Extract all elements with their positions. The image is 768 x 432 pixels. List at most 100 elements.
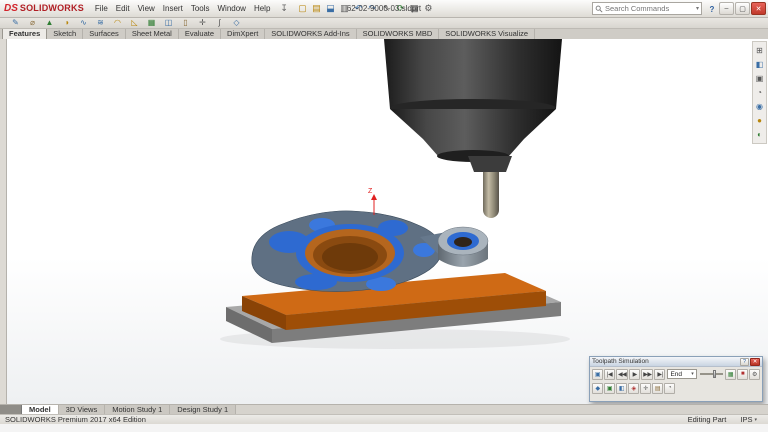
model-tab[interactable]: 3D Views	[59, 405, 106, 414]
status-bar: SOLIDWORKS Premium 2017 x64 Edition Edit…	[0, 414, 768, 424]
play-button[interactable]: ▶	[629, 369, 640, 380]
search-input[interactable]	[605, 4, 694, 13]
search-icon	[595, 5, 603, 13]
z-axis-label: Z	[368, 188, 373, 195]
show-tool-button[interactable]: ◆	[592, 383, 603, 394]
view-tools-sidebar: ⊞ ◧ ▣ ◔ ◉ ● ◐	[752, 41, 767, 144]
toolpath-simulation-dialog: Toolpath Simulation ? ✕ ▣|◀◀◀▶▶▶▶| End ▾…	[589, 356, 763, 402]
view-orientation-icon[interactable]: ▣	[754, 73, 765, 84]
menu-item[interactable]: Edit	[112, 2, 134, 15]
model-tab[interactable]: Model	[22, 405, 59, 414]
options-icon[interactable]: ⚙	[422, 2, 435, 16]
command-tab[interactable]: SOLIDWORKS Visualize	[439, 28, 535, 39]
3d-scene: Z	[0, 39, 768, 404]
shell-icon[interactable]: ▯	[178, 18, 193, 28]
main-toolbar: ✎⌀▲◑∿≋◠◺▦◫▯✛∫◇	[0, 18, 768, 29]
help-icon[interactable]: ?	[706, 3, 718, 15]
menu-item[interactable]: Help	[250, 2, 274, 15]
display-options-button[interactable]: ◔	[664, 383, 675, 394]
pane-splitter-icon[interactable]	[0, 405, 22, 414]
units-selector[interactable]: IPS ▾	[740, 415, 757, 424]
appearance-icon[interactable]: ●	[754, 115, 765, 126]
search-dropdown-arrow[interactable]: ▾	[696, 5, 699, 12]
menu-item[interactable]: Window	[214, 2, 250, 15]
logo-ds-icon: DS	[4, 3, 18, 14]
menu-item[interactable]: Tools	[187, 2, 214, 15]
menu-bar: FileEditViewInsertToolsWindowHelp	[91, 2, 275, 15]
chamfer-icon[interactable]: ◺	[127, 18, 142, 28]
select-dropdown-arrow: ▾	[691, 371, 694, 377]
menu-item[interactable]: File	[91, 2, 112, 15]
collision-check-button[interactable]: ◈	[628, 383, 639, 394]
solidworks-logo: DS SOLIDWORKS	[4, 3, 84, 14]
menu-item[interactable]: Insert	[159, 2, 187, 15]
menu-item[interactable]: View	[134, 2, 159, 15]
swept-boss-icon[interactable]: ∿	[76, 18, 91, 28]
smart-dimension-icon[interactable]: ⌀	[25, 18, 40, 28]
dialog-close-button[interactable]: ✕	[750, 358, 760, 366]
section-view-icon[interactable]: ◧	[754, 59, 765, 70]
extruded-boss-icon[interactable]: ▲	[42, 18, 57, 28]
minimize-button[interactable]: –	[719, 2, 734, 15]
slider-track	[700, 373, 723, 375]
show-toolpath-button[interactable]: ▦	[725, 369, 736, 380]
simulation-options-button[interactable]: ⚙	[749, 369, 760, 380]
dialog-help-button[interactable]: ?	[740, 358, 749, 366]
pin-menu-icon[interactable]: ↧	[277, 3, 291, 14]
slider-thumb[interactable]	[713, 370, 716, 378]
open-document-icon[interactable]: ▤	[310, 2, 323, 16]
playback-controls-row: ▣|◀◀◀▶▶▶▶| End ▾ ▦■⚙	[590, 367, 762, 381]
sketch-icon[interactable]: ✎	[8, 18, 23, 28]
graphics-viewport[interactable]: Z	[0, 39, 768, 404]
maximize-button[interactable]: ▢	[735, 2, 750, 15]
reference-geometry-icon[interactable]: ✛	[195, 18, 210, 28]
curves-icon[interactable]: ∫	[212, 18, 227, 28]
units-dropdown-arrow: ▾	[754, 417, 757, 423]
document-title: 62-02-9000-03.sldprt	[347, 0, 421, 18]
model-tabs-bar: Model3D ViewsMotion Study 1Design Study …	[0, 404, 768, 414]
command-tab[interactable]: Sketch	[47, 28, 83, 39]
scene-icon[interactable]: ◐	[754, 129, 765, 140]
model-tab[interactable]: Motion Study 1	[105, 405, 170, 414]
simulation-mode-icon[interactable]: ▣	[592, 369, 603, 380]
window-controls: – ▢ ✕	[719, 2, 766, 15]
section-view-button[interactable]: ◧	[616, 383, 627, 394]
step-forward-button[interactable]: ▶▶	[641, 369, 653, 380]
command-tab[interactable]: Evaluate	[179, 28, 221, 39]
lofted-boss-icon[interactable]: ≋	[93, 18, 108, 28]
go-to-end-button[interactable]: ▶|	[654, 369, 665, 380]
command-tab[interactable]: DimXpert	[221, 28, 265, 39]
step-back-button[interactable]: ◀◀	[616, 369, 628, 380]
statistics-button[interactable]: ▤	[652, 383, 663, 394]
new-document-icon[interactable]: ▢	[296, 2, 309, 16]
cylindrical-boss	[438, 227, 488, 267]
end-condition-select[interactable]: End ▾	[667, 369, 696, 379]
command-tab[interactable]: SOLIDWORKS Add-Ins	[265, 28, 356, 39]
model-tab[interactable]: Design Study 1	[170, 405, 236, 414]
stop-button[interactable]: ■	[737, 369, 748, 380]
display-style-icon[interactable]: ◔	[754, 87, 765, 98]
go-to-start-button[interactable]: |◀	[604, 369, 615, 380]
command-tab[interactable]: Sheet Metal	[126, 28, 179, 39]
fillet-icon[interactable]: ◠	[110, 18, 125, 28]
end-condition-value: End	[670, 371, 682, 378]
command-tab[interactable]: Surfaces	[83, 28, 126, 39]
featuremanager-collapsed-panel[interactable]	[0, 39, 7, 404]
editing-status: Editing Part	[688, 415, 727, 424]
instant3d-icon[interactable]: ◇	[229, 18, 244, 28]
dialog-title-bar[interactable]: Toolpath Simulation ? ✕	[590, 357, 762, 367]
command-tab[interactable]: SOLIDWORKS MBD	[357, 28, 440, 39]
show-holder-button[interactable]: ▣	[604, 383, 615, 394]
mirror-icon[interactable]: ◫	[161, 18, 176, 28]
xyz-axes-button[interactable]: ✛	[640, 383, 651, 394]
title-bar: DS SOLIDWORKS FileEditViewInsertToolsWin…	[0, 0, 768, 18]
command-manager-tabs: FeaturesSketchSurfacesSheet MetalEvaluat…	[0, 29, 768, 39]
simulation-speed-slider[interactable]	[700, 369, 723, 379]
linear-pattern-icon[interactable]: ▦	[144, 18, 159, 28]
save-icon[interactable]: ⬓	[324, 2, 337, 16]
close-button[interactable]: ✕	[751, 2, 766, 15]
z-axis-indicator: Z	[368, 188, 377, 215]
revolved-boss-icon[interactable]: ◑	[59, 18, 74, 28]
zoom-fit-icon[interactable]: ⊞	[754, 45, 765, 56]
hide-show-icon[interactable]: ◉	[754, 101, 765, 112]
